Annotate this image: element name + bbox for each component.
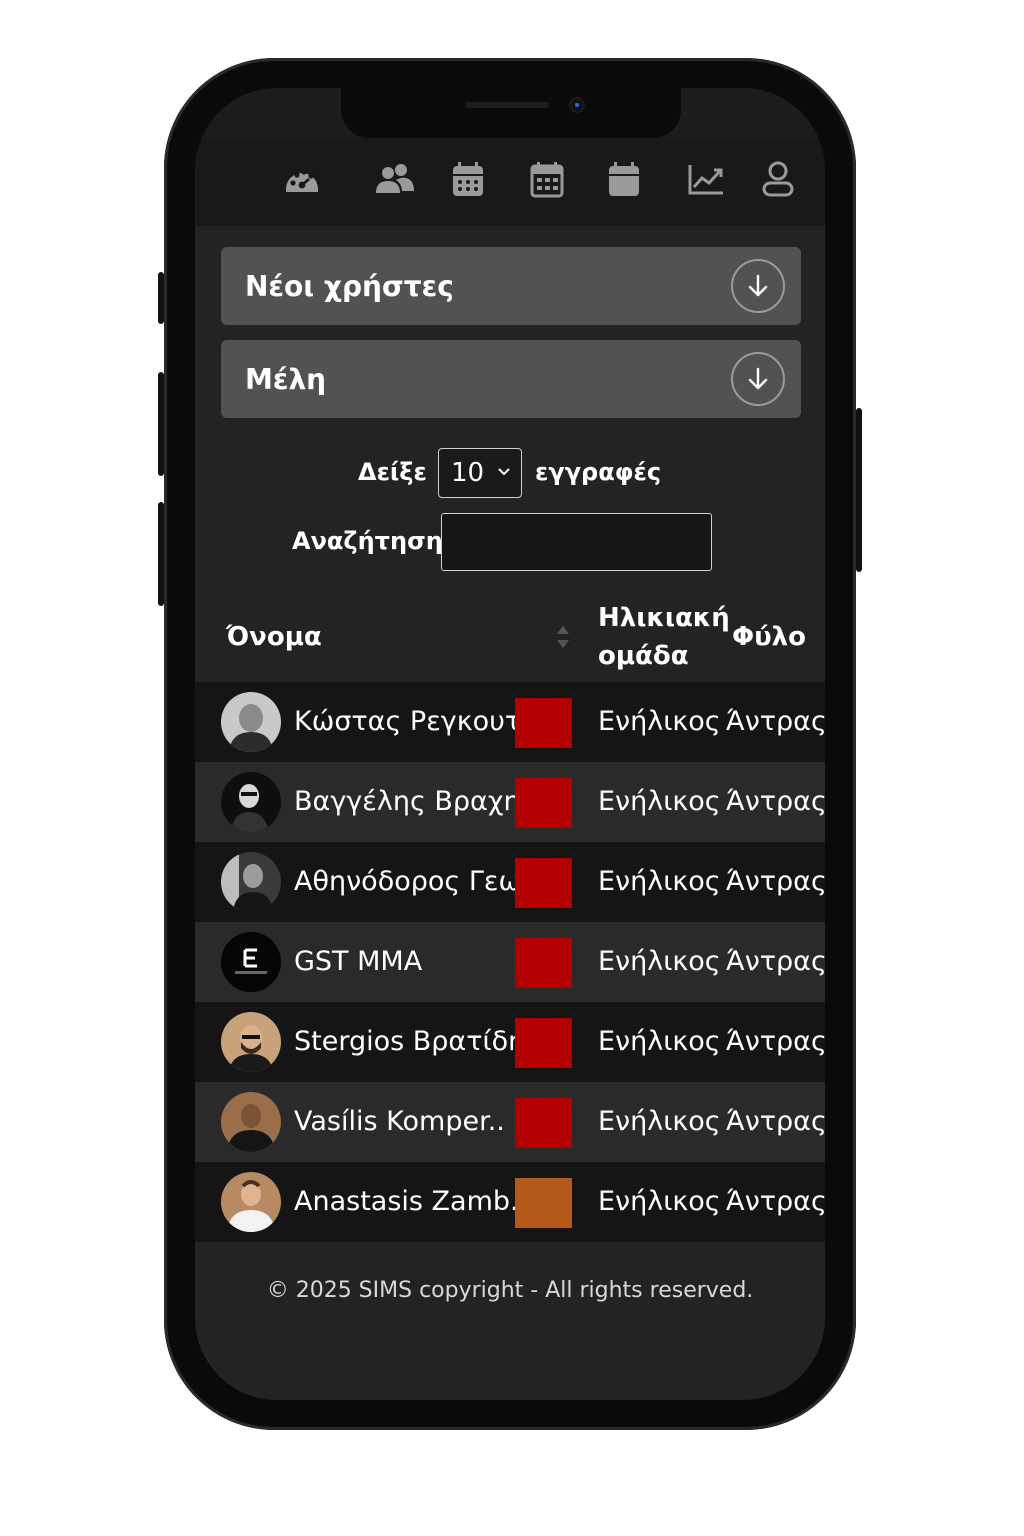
color-swatch (515, 1018, 572, 1068)
table-row[interactable]: Vasílis Komper.. Ενήλικος Άντρας (195, 1082, 825, 1162)
table-row[interactable]: Αθηνόδορος Γεω.. Ενήλικος Άντρας (195, 842, 825, 922)
color-swatch (515, 698, 572, 748)
arrow-down-icon[interactable] (731, 352, 785, 406)
color-swatch (515, 1178, 572, 1228)
age-group: Ενήλικος (598, 866, 721, 897)
member-name: Anastasis Zamb.. (294, 1186, 528, 1217)
search-label: Αναζήτηση: (292, 527, 453, 555)
page-size-select[interactable]: 10 (438, 448, 522, 498)
member-name: Κώστας Ρεγκουτ.. (294, 706, 539, 737)
phone-volume-down (158, 502, 164, 606)
gender: Άντρας (726, 706, 825, 737)
column-header-age-group-line1[interactable]: Ηλικιακή (598, 599, 730, 637)
search-control: Αναζήτηση: (195, 513, 825, 571)
age-group: Ενήλικος (598, 1186, 721, 1217)
gender: Άντρας (726, 866, 825, 897)
speaker-grille (465, 102, 549, 108)
table-row[interactable]: GST MMA Ενήλικος Άντρας (195, 922, 825, 1002)
avatar (221, 1012, 281, 1072)
sort-icon[interactable] (555, 622, 571, 652)
avatar (221, 1092, 281, 1152)
camera-icon (571, 99, 583, 111)
column-header-name[interactable]: Όνομα (226, 618, 322, 656)
avatar (221, 932, 281, 992)
phone-notch (341, 88, 681, 138)
entries-label: εγγραφές (535, 458, 662, 486)
footer-copyright: © 2025 SIMS copyright - All rights reser… (266, 1278, 754, 1303)
member-name: Αθηνόδορος Γεω.. (294, 866, 539, 897)
phone-volume-up (158, 372, 164, 476)
column-header-gender[interactable]: Φύλο (732, 618, 806, 656)
phone-screen: Νέοι χρήστες Μέλη Δείξε 10 εγγραφές Αναζ… (195, 88, 825, 1400)
table-header: Όνομα Ηλικιακή ομάδα Φύλο (195, 586, 825, 682)
gender: Άντρας (726, 1186, 825, 1217)
member-name: Vasílis Komper.. (294, 1106, 505, 1137)
gender: Άντρας (726, 1106, 825, 1137)
member-name: Stergios Βρατίδης (294, 1026, 542, 1057)
gender: Άντρας (726, 786, 825, 817)
calendar-icon[interactable] (603, 158, 645, 200)
member-name: GST MMA (294, 946, 423, 977)
chart-line-icon[interactable] (685, 158, 727, 200)
avatar (221, 772, 281, 832)
search-input[interactable] (441, 513, 712, 571)
accordion-title: Μέλη (245, 362, 327, 396)
age-group: Ενήλικος (598, 946, 721, 977)
gender: Άντρας (726, 946, 825, 977)
arrow-down-icon[interactable] (731, 259, 785, 313)
users-icon[interactable] (373, 158, 415, 200)
main-content: Νέοι χρήστες Μέλη Δείξε 10 εγγραφές Αναζ… (195, 226, 825, 1400)
chevron-down-icon (498, 468, 510, 476)
table-row[interactable]: Stergios Βρατίδης Ενήλικος Άντρας (195, 1002, 825, 1082)
avatar (221, 852, 281, 912)
gender: Άντρας (726, 1026, 825, 1057)
accordion-new-users[interactable]: Νέοι χρήστες (221, 247, 801, 325)
accordion-title: Νέοι χρήστες (245, 269, 454, 303)
table-row[interactable]: Βαγγέλης Βραχηνίς Ενήλικος Άντρας (195, 762, 825, 842)
phone-silent-switch (158, 272, 164, 324)
color-swatch (515, 858, 572, 908)
accordion-members[interactable]: Μέλη (221, 340, 801, 418)
page-length-control: Δείξε 10 εγγραφές (195, 448, 825, 498)
page-size-value: 10 (451, 458, 485, 488)
calendar-grid-icon[interactable] (447, 158, 489, 200)
phone-power-button (856, 408, 862, 572)
table-row[interactable]: Anastasis Zamb.. Ενήλικος Άντρας (195, 1162, 825, 1242)
column-header-age-group-line2[interactable]: ομάδα (598, 637, 689, 675)
age-group: Ενήλικος (598, 786, 721, 817)
calendar-month-icon[interactable] (526, 158, 568, 200)
age-group: Ενήλικος (598, 1106, 721, 1137)
show-label: Δείξε (358, 458, 427, 486)
table-row[interactable]: Κώστας Ρεγκουτ.. Ενήλικος Άντρας (195, 682, 825, 762)
color-swatch (515, 778, 572, 828)
color-swatch (515, 1098, 572, 1148)
avatar (221, 692, 281, 752)
top-navigation-bar (195, 138, 825, 226)
color-swatch (515, 938, 572, 988)
age-group: Ενήλικος (598, 706, 721, 737)
dashboard-gauge-icon[interactable] (281, 158, 323, 200)
avatar (221, 1172, 281, 1232)
age-group: Ενήλικος (598, 1026, 721, 1057)
user-profile-icon[interactable] (757, 158, 799, 200)
